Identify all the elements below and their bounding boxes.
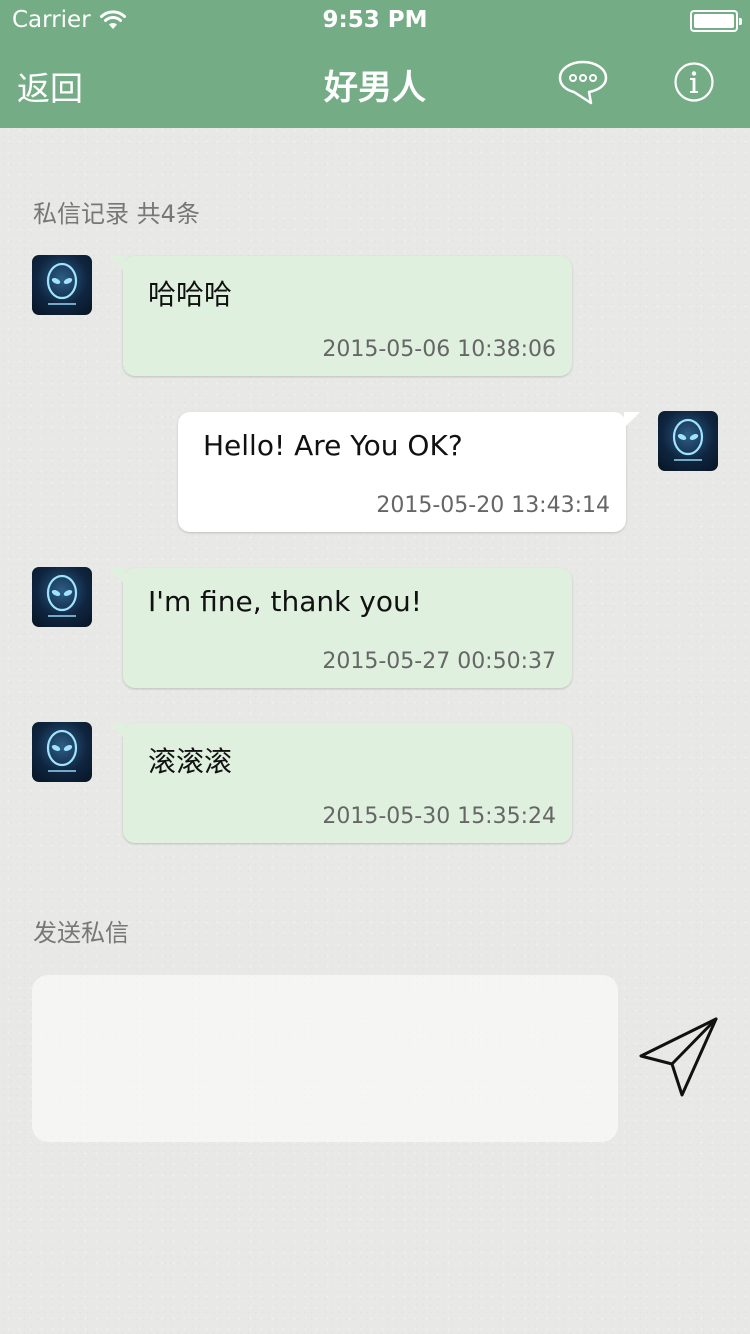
alien-avatar-icon (46, 729, 78, 772)
bubble-tail (624, 412, 640, 428)
message-timestamp: 2015-05-27 00:50:37 (322, 649, 556, 674)
clock: 9:53 PM (322, 7, 428, 33)
status-bar: Carrier 9:53 PM (0, 0, 750, 40)
bubble-tail (109, 568, 125, 584)
info-icon[interactable] (673, 61, 715, 103)
message-bubble[interactable]: Hello! Are You OK? 2015-05-20 13:43:14 (178, 412, 640, 532)
avatar[interactable] (32, 255, 92, 315)
alien-avatar-icon (672, 418, 704, 461)
message-text: 哈哈哈 (148, 278, 233, 311)
message-timestamp: 2015-05-30 15:35:24 (322, 804, 556, 829)
message-bubble[interactable]: 滚滚滚 2015-05-30 15:35:24 (109, 723, 572, 843)
avatar[interactable] (32, 722, 92, 782)
message-input[interactable] (32, 975, 618, 1142)
battery-level (694, 14, 734, 28)
message-text: 滚滚滚 (148, 745, 233, 778)
message-bubble[interactable]: 哈哈哈 2015-05-06 10:38:06 (109, 256, 572, 376)
message-timestamp: 2015-05-06 10:38:06 (322, 337, 556, 362)
page-title: 好男人 (324, 68, 426, 108)
avatar[interactable] (32, 567, 92, 627)
navigation-bar: Carrier 9:53 PM 返回 好男人 (0, 0, 750, 128)
history-label: 私信记录 共4条 (33, 200, 200, 228)
alien-avatar-icon (46, 574, 78, 617)
paper-plane-icon[interactable] (638, 1016, 720, 1098)
message-timestamp: 2015-05-20 13:43:14 (376, 493, 610, 518)
bubble-tail (109, 256, 125, 272)
battery-tip (739, 18, 742, 25)
chat-bubble-icon[interactable] (557, 58, 609, 106)
avatar[interactable] (658, 411, 718, 471)
message-bubble[interactable]: I'm fine, thank you! 2015-05-27 00:50:37 (109, 568, 572, 688)
bubble-tail (109, 723, 125, 739)
alien-avatar-icon (46, 262, 78, 305)
battery-icon (690, 10, 742, 32)
compose-label: 发送私信 (33, 919, 129, 947)
message-text: I'm fine, thank you! (148, 585, 422, 618)
message-text: Hello! Are You OK? (203, 429, 463, 462)
